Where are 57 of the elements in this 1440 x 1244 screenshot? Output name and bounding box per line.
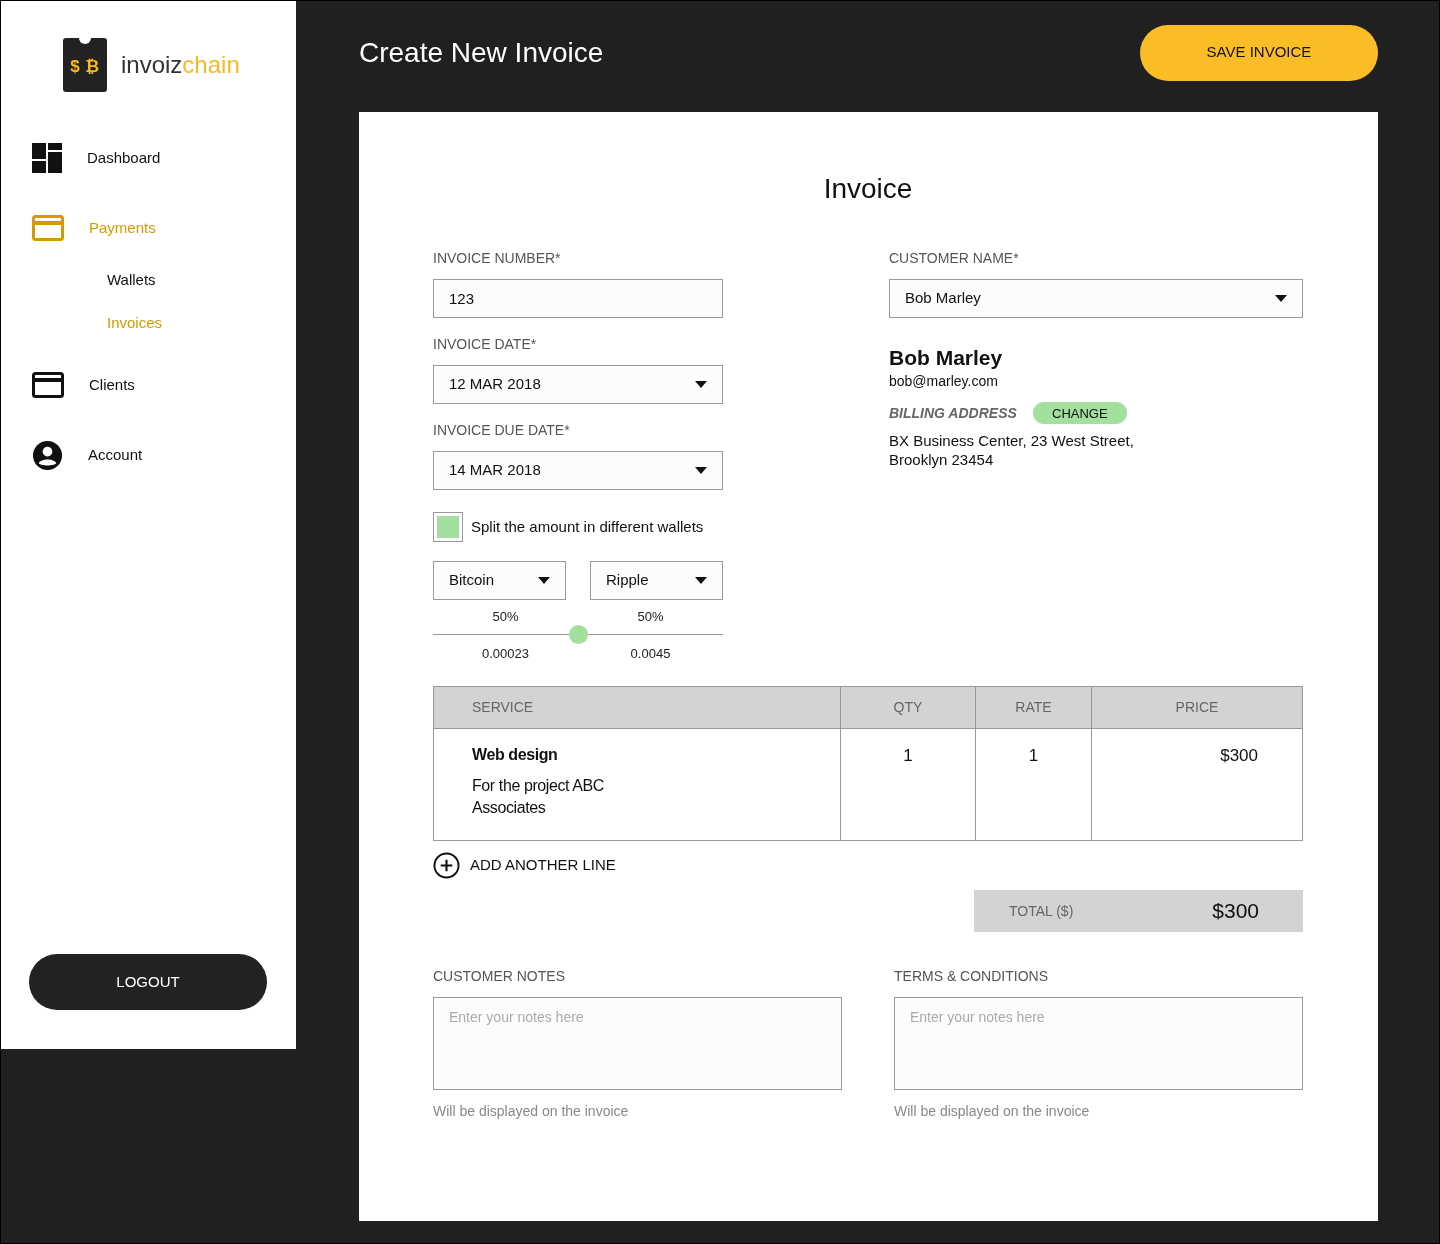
- caret-icon: [695, 577, 707, 584]
- slider-track[interactable]: [433, 624, 723, 644]
- caret-icon: [538, 577, 550, 584]
- nav-sublink[interactable]: Wallets: [1, 269, 296, 292]
- wallet-dropdown[interactable]: Bitcoin: [433, 561, 566, 600]
- caret-icon: [1275, 295, 1287, 302]
- table-cell-text: 1: [903, 745, 913, 767]
- notes-textarea[interactable]: Enter your notes here: [433, 997, 842, 1090]
- service-description: For the project ABC Associates: [472, 776, 606, 818]
- notes-textarea[interactable]: Enter your notes here: [894, 997, 1303, 1090]
- customer-email: bob@marley.com: [889, 372, 999, 392]
- slider-thumb[interactable]: [569, 624, 588, 644]
- address-line: BX Business Center, 23 West Street,: [889, 431, 1135, 451]
- column-header: PRICE: [1175, 698, 1219, 717]
- field-label: CUSTOMER NAME*: [889, 249, 1020, 268]
- column-header: QTY: [893, 698, 923, 717]
- wallet-dropdown[interactable]: Ripple: [590, 561, 723, 600]
- amount-label: 0.0045: [630, 644, 671, 663]
- add-line-button[interactable]: ADD ANOTHER LINE: [433, 852, 616, 879]
- address-line: Brooklyn 23454: [889, 450, 995, 470]
- column-header: SERVICE: [472, 698, 534, 717]
- field-label: INVOICE DUE DATE*: [433, 421, 571, 440]
- field-label: INVOICE NUMBER*: [433, 249, 562, 268]
- table-cell-text: $300: [1220, 745, 1258, 767]
- total-value: $300: [1212, 898, 1259, 925]
- percent-label: 50%: [637, 608, 664, 626]
- table-cell-text: 1: [1028, 745, 1039, 767]
- total-label: TOTAL ($): [1009, 901, 1074, 921]
- column-header: RATE: [1015, 698, 1052, 717]
- field-label: TERMS & CONDITIONS: [894, 967, 1049, 986]
- invoice-title: Invoice: [822, 172, 914, 206]
- nav-link[interactable]: Clients: [89, 373, 135, 397]
- nav-link[interactable]: Account: [88, 443, 143, 467]
- date-dropdown[interactable]: 12 MAR 2018: [433, 365, 723, 404]
- service-name: Web design: [472, 745, 559, 765]
- text-input[interactable]: 123: [433, 279, 723, 318]
- amount-label: 0.00023: [482, 644, 529, 663]
- customer-dropdown[interactable]: Bob Marley: [889, 279, 1303, 318]
- customer-name: Bob Marley: [889, 345, 1004, 371]
- date-dropdown[interactable]: 14 MAR 2018: [433, 451, 723, 490]
- page-title: Create New Invoice: [359, 35, 604, 70]
- checkbox[interactable]: [433, 512, 463, 542]
- logout-button[interactable]: LOGOUT: [29, 954, 267, 1010]
- checkbox-label: Split the amount in different wallets: [471, 516, 704, 537]
- hint-text: Will be displayed on the invoice: [894, 1102, 1091, 1121]
- billing-address-label: BILLING ADDRESS: [889, 403, 1017, 423]
- brand-name: invoizchain: [121, 53, 240, 77]
- caret-icon: [695, 381, 707, 388]
- hint-text: Will be displayed on the invoice: [433, 1102, 630, 1121]
- caret-icon: [695, 467, 707, 474]
- save-invoice-button[interactable]: SAVE INVOICE: [1140, 24, 1378, 81]
- plus-icon: [433, 852, 460, 879]
- field-label: CUSTOMER NOTES: [433, 967, 566, 986]
- change-button[interactable]: CHANGE: [1032, 402, 1127, 425]
- field-label: INVOICE DATE*: [433, 335, 538, 354]
- nav-link[interactable]: Dashboard: [87, 146, 161, 170]
- percent-label: 50%: [492, 608, 519, 626]
